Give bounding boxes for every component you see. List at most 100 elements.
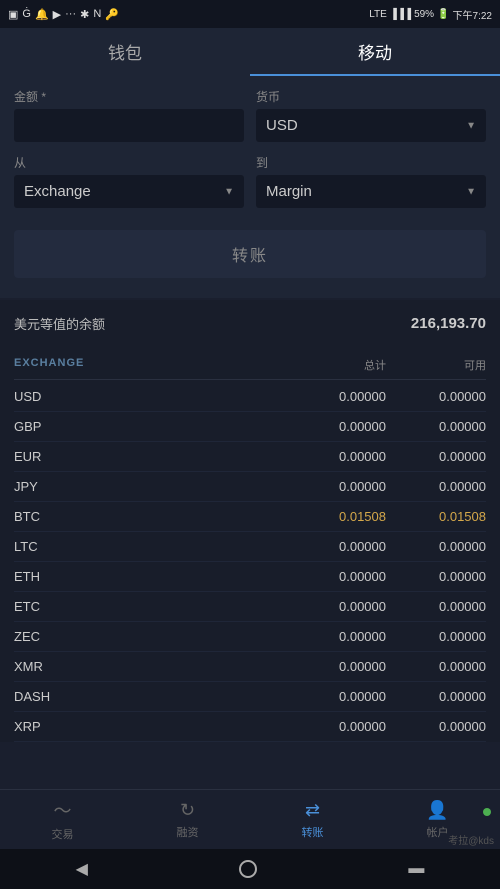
to-select[interactable]: Margin Exchange bbox=[256, 175, 486, 208]
form-row-amount-currency: 金额 * 货币 USD GBP EUR BTC bbox=[14, 88, 486, 142]
currency-group: 货币 USD GBP EUR BTC bbox=[256, 88, 486, 142]
balance-value: 216,193.70 bbox=[411, 315, 486, 332]
balance-row: 美元等值的余额 216,193.70 bbox=[14, 314, 486, 333]
row-avail: 0.00000 bbox=[386, 629, 486, 644]
amount-input[interactable] bbox=[14, 109, 244, 142]
account-icon: 👤 bbox=[426, 800, 448, 821]
row-total: 0.00000 bbox=[266, 719, 386, 734]
sim-icon: ▣ bbox=[8, 8, 18, 21]
tab-wallet[interactable]: 钱包 bbox=[0, 28, 250, 76]
key-icon: 🔑 bbox=[105, 8, 119, 21]
row-avail: 0.00000 bbox=[386, 539, 486, 554]
row-currency: LTC bbox=[14, 539, 266, 554]
amount-group: 金额 * bbox=[14, 88, 244, 142]
balance-section: 美元等值的余额 216,193.70 bbox=[0, 300, 500, 351]
play-icon: ▶ bbox=[53, 8, 61, 21]
back-button[interactable]: ◀ bbox=[76, 859, 88, 879]
to-select-wrapper: Margin Exchange bbox=[256, 175, 486, 208]
row-avail: 0.01508 bbox=[386, 509, 486, 524]
status-bar: ▣ Ġ 🔔 ▶ ··· ✱ N 🔑 LTE ▐▐▐ 59% 🔋 下午7:22 bbox=[0, 0, 500, 28]
currency-select[interactable]: USD GBP EUR BTC bbox=[256, 109, 486, 142]
table-body: USD0.000000.00000GBP0.000000.00000EUR0.0… bbox=[14, 382, 486, 742]
to-label: 到 bbox=[256, 154, 486, 171]
transfer-nav-label: 转账 bbox=[302, 824, 324, 840]
battery-icon: 🔋 bbox=[437, 9, 449, 20]
watermark: 考拉@kds bbox=[448, 832, 494, 847]
section-label: EXCHANGE bbox=[14, 357, 266, 373]
funding-label: 融资 bbox=[177, 824, 199, 840]
row-currency: ZEC bbox=[14, 629, 266, 644]
table-row: ZEC0.000000.00000 bbox=[14, 622, 486, 652]
funding-icon: ↻ bbox=[180, 800, 195, 821]
battery-label: 59% bbox=[414, 9, 434, 20]
row-total: 0.00000 bbox=[266, 389, 386, 404]
table-row: ETH0.000000.00000 bbox=[14, 562, 486, 592]
table-row: EUR0.000000.00000 bbox=[14, 442, 486, 472]
table-row: GBP0.000000.00000 bbox=[14, 412, 486, 442]
row-total: 0.00000 bbox=[266, 689, 386, 704]
from-select[interactable]: Exchange Margin bbox=[14, 175, 244, 208]
transfer-btn-row: 转账 bbox=[14, 220, 486, 282]
row-currency: EUR bbox=[14, 449, 266, 464]
row-currency: JPY bbox=[14, 479, 266, 494]
nav-trade[interactable]: 〜 交易 bbox=[0, 797, 125, 842]
top-tabs: 钱包 移动 bbox=[0, 28, 500, 76]
row-currency: XMR bbox=[14, 659, 266, 674]
row-avail: 0.00000 bbox=[386, 419, 486, 434]
row-avail: 0.00000 bbox=[386, 389, 486, 404]
row-total: 0.00000 bbox=[266, 629, 386, 644]
trade-icon: 〜 bbox=[54, 797, 72, 823]
nfc-icon: N bbox=[93, 8, 101, 20]
nav-funding[interactable]: ↻ 融资 bbox=[125, 800, 250, 840]
android-nav: ◀ ▬ bbox=[0, 849, 500, 889]
row-total: 0.00000 bbox=[266, 599, 386, 614]
row-total: 0.00000 bbox=[266, 449, 386, 464]
row-currency: ETH bbox=[14, 569, 266, 584]
status-left: ▣ Ġ 🔔 ▶ ··· ✱ N 🔑 bbox=[8, 8, 119, 21]
from-label: 从 bbox=[14, 154, 244, 171]
row-total: 0.00000 bbox=[266, 539, 386, 554]
row-avail: 0.00000 bbox=[386, 689, 486, 704]
col-avail-header: 可用 bbox=[386, 357, 486, 373]
bell-icon: 🔔 bbox=[35, 8, 49, 21]
form-row-from-to: 从 Exchange Margin 到 Margin Exchange bbox=[14, 154, 486, 208]
tab-transfer[interactable]: 移动 bbox=[250, 28, 500, 76]
home-button[interactable] bbox=[239, 860, 257, 878]
row-currency: ETC bbox=[14, 599, 266, 614]
form-area: 金额 * 货币 USD GBP EUR BTC 从 Exchange Margi… bbox=[0, 76, 500, 298]
table-header: EXCHANGE 总计 可用 bbox=[14, 351, 486, 380]
row-currency: USD bbox=[14, 389, 266, 404]
table-row: LTC0.000000.00000 bbox=[14, 532, 486, 562]
g-icon: Ġ bbox=[22, 8, 31, 20]
exchange-table: EXCHANGE 总计 可用 USD0.000000.00000GBP0.000… bbox=[0, 351, 500, 742]
row-total: 0.00000 bbox=[266, 569, 386, 584]
row-avail: 0.00000 bbox=[386, 719, 486, 734]
row-avail: 0.00000 bbox=[386, 599, 486, 614]
amount-label: 金额 * bbox=[14, 88, 244, 105]
nav-transfer[interactable]: ⇄ 转账 bbox=[250, 800, 375, 840]
row-total: 0.01508 bbox=[266, 509, 386, 524]
time-label: 下午7:22 bbox=[453, 7, 492, 22]
row-total: 0.00000 bbox=[266, 419, 386, 434]
dots-icon: ··· bbox=[65, 8, 76, 20]
transfer-button[interactable]: 转账 bbox=[14, 230, 486, 278]
transfer-icon: ⇄ bbox=[305, 800, 320, 821]
signal-bars: ▐▐▐ bbox=[390, 9, 411, 20]
row-currency: BTC bbox=[14, 509, 266, 524]
bt-icon: ✱ bbox=[80, 8, 89, 21]
trade-label: 交易 bbox=[52, 826, 74, 842]
account-label: 帐户 bbox=[427, 824, 449, 840]
to-group: 到 Margin Exchange bbox=[256, 154, 486, 208]
table-row: ETC0.000000.00000 bbox=[14, 592, 486, 622]
status-right: LTE ▐▐▐ 59% 🔋 下午7:22 bbox=[369, 7, 492, 22]
recents-button[interactable]: ▬ bbox=[408, 860, 424, 878]
table-row: XRP0.000000.00000 bbox=[14, 712, 486, 742]
lte-label: LTE bbox=[369, 9, 387, 20]
row-total: 0.00000 bbox=[266, 479, 386, 494]
col-total-header: 总计 bbox=[266, 357, 386, 373]
row-avail: 0.00000 bbox=[386, 479, 486, 494]
row-currency: XRP bbox=[14, 719, 266, 734]
from-group: 从 Exchange Margin bbox=[14, 154, 244, 208]
table-row: USD0.000000.00000 bbox=[14, 382, 486, 412]
row-avail: 0.00000 bbox=[386, 569, 486, 584]
